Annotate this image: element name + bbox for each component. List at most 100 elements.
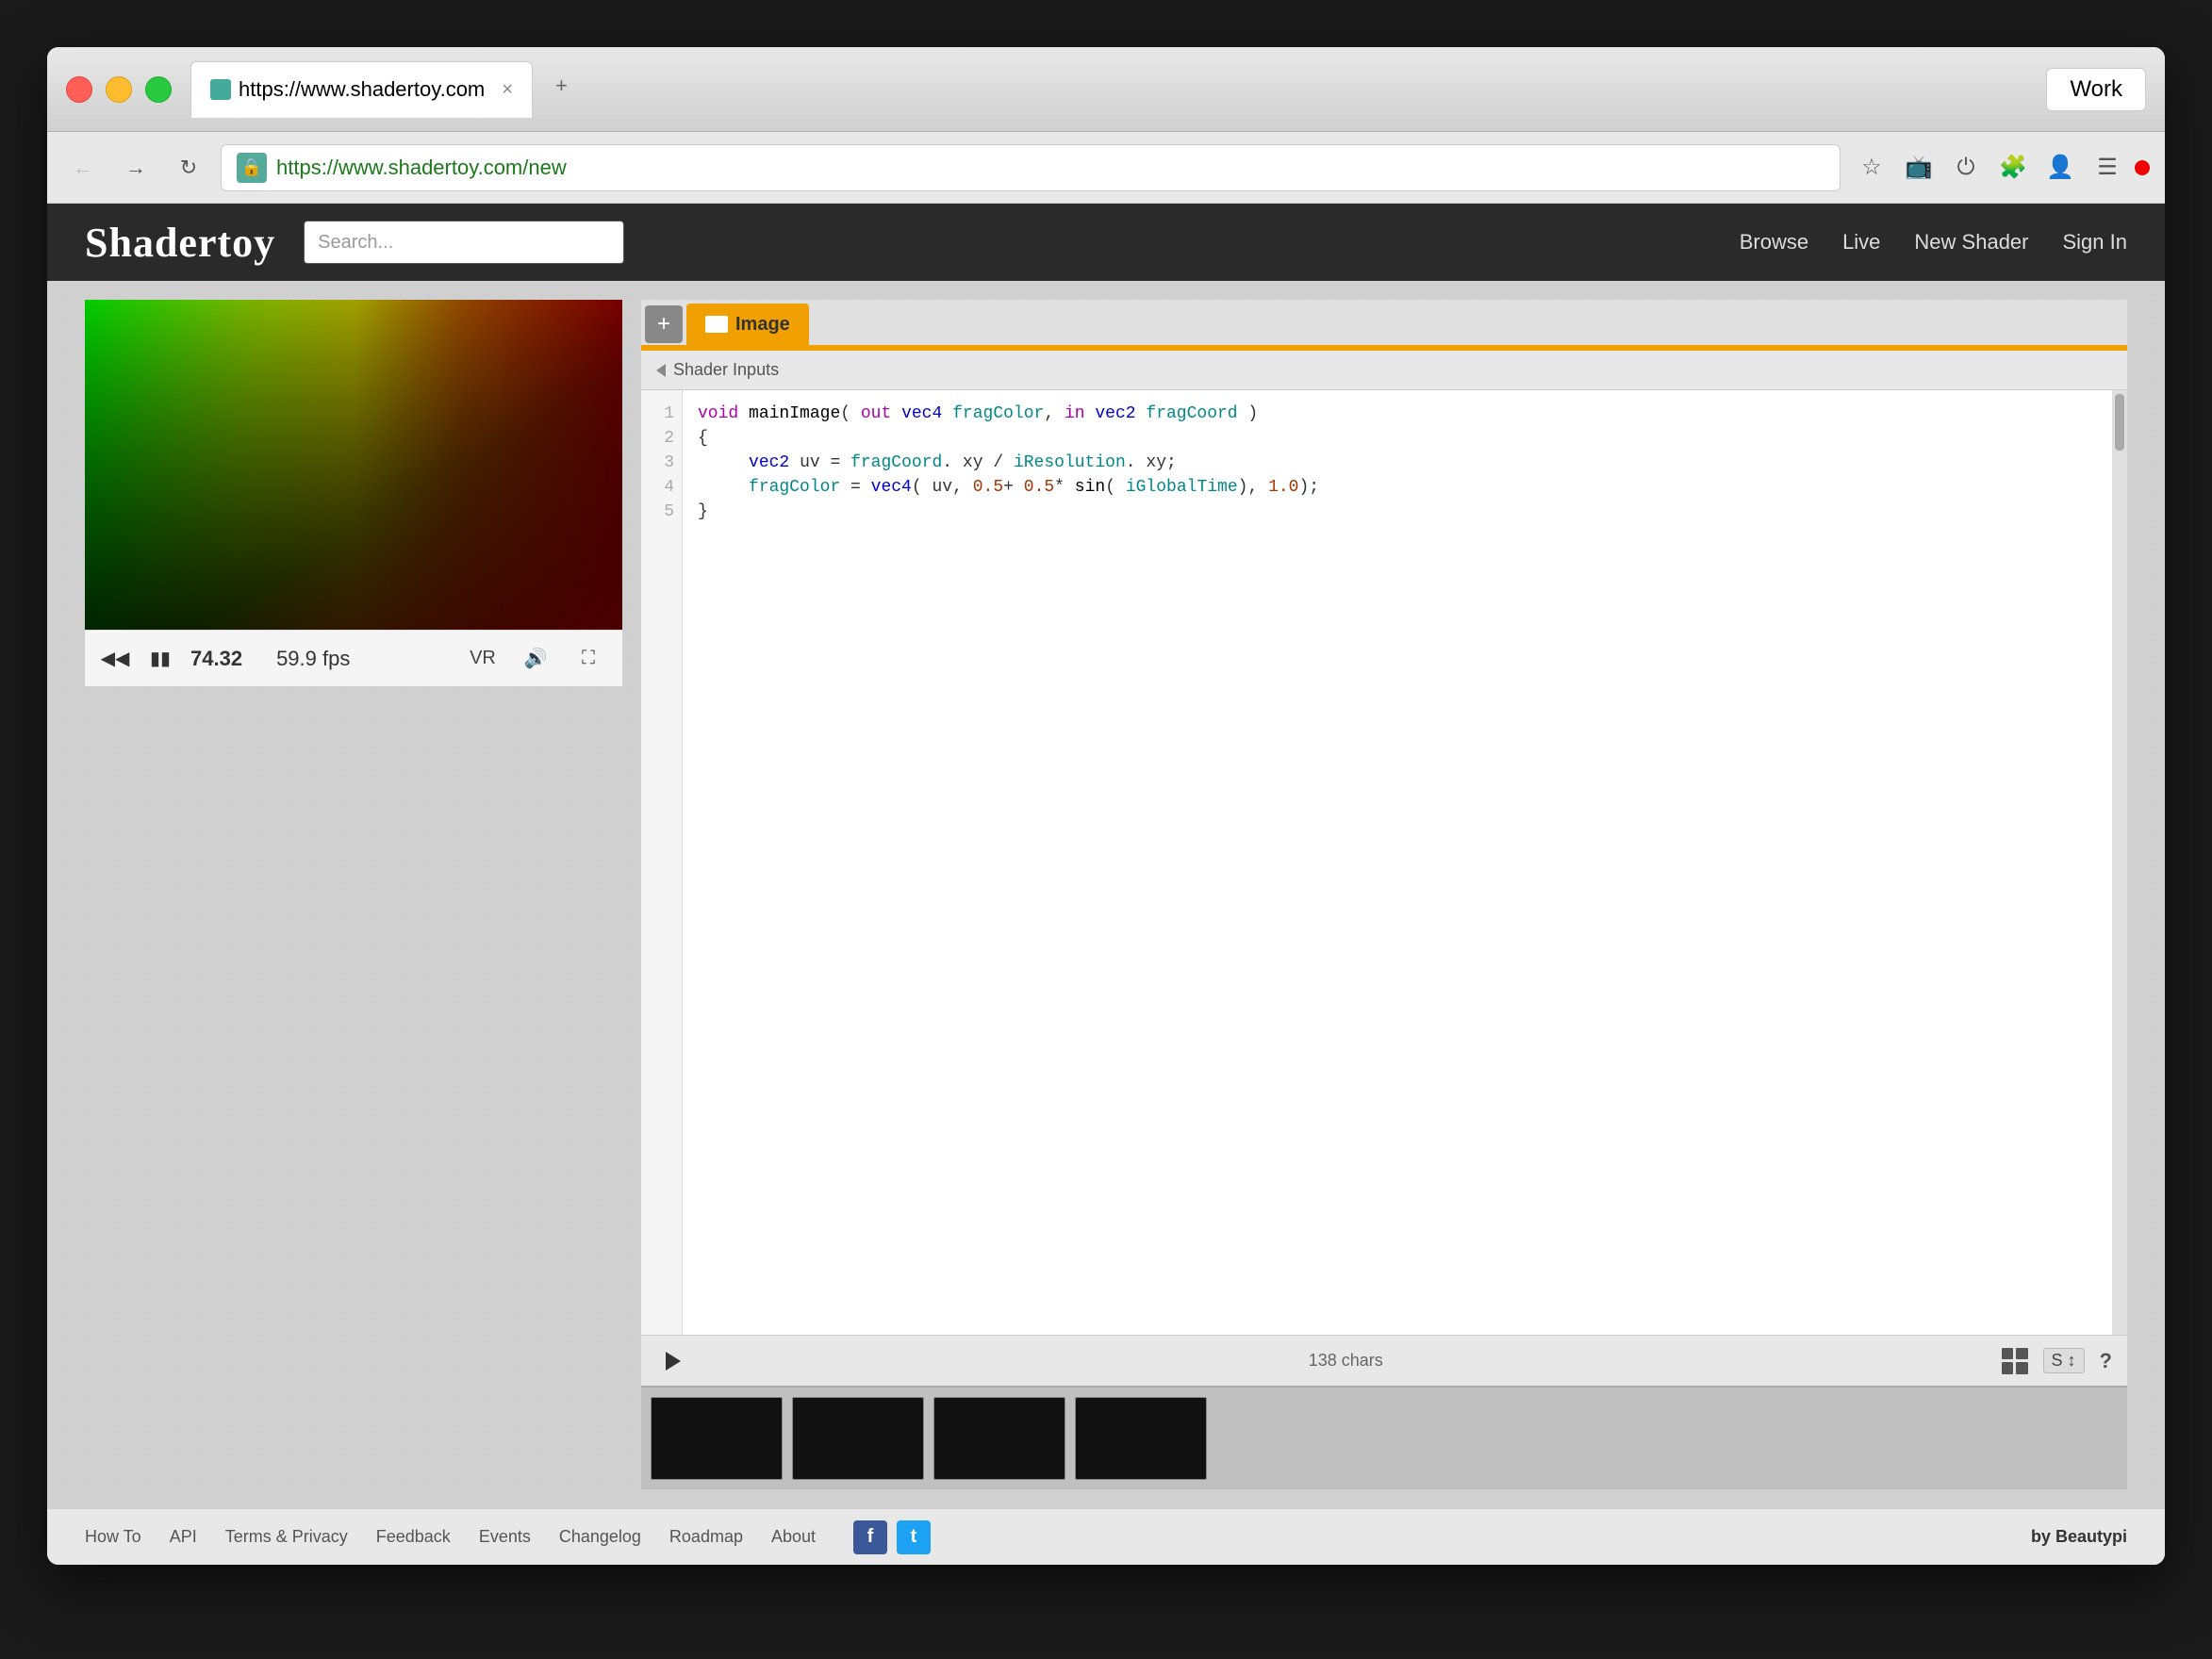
power-icon[interactable]: ⏻ bbox=[1946, 148, 1986, 188]
by-label: by bbox=[2031, 1527, 2051, 1546]
forward-button[interactable]: → bbox=[115, 147, 157, 189]
twitter-button[interactable]: t bbox=[897, 1520, 931, 1554]
shader-inputs-label: Shader Inputs bbox=[673, 360, 779, 380]
footer-roadmap[interactable]: Roadmap bbox=[669, 1527, 743, 1547]
title-bar: https://www.shadertoy.com × + Work bbox=[47, 47, 2165, 132]
footer-about[interactable]: About bbox=[771, 1527, 816, 1547]
toggle-icon[interactable] bbox=[656, 364, 666, 377]
code-line-5: } bbox=[698, 500, 2097, 524]
line-5: 5 bbox=[641, 500, 682, 524]
url-text: https://www.shadertoy.com/new bbox=[276, 156, 567, 180]
close-button[interactable] bbox=[66, 76, 92, 103]
char-count: 138 chars bbox=[705, 1351, 1987, 1371]
nav-new-shader[interactable]: New Shader bbox=[1914, 230, 2028, 255]
restart-button[interactable]: ◀◀ bbox=[100, 644, 130, 674]
vr-icon[interactable]: VR bbox=[464, 645, 502, 673]
main-content: ◀◀ ▮▮ 74.32 59.9 fps VR 🔊 ⛶ + bbox=[47, 281, 2165, 1508]
shader-canvas bbox=[85, 300, 622, 630]
help-button[interactable]: ? bbox=[2100, 1349, 2112, 1373]
nav-sign-in[interactable]: Sign In bbox=[2063, 230, 2128, 255]
line-numbers: 1 2 3 4 5 bbox=[641, 390, 683, 1335]
tab-label: https://www.shadertoy.com bbox=[239, 77, 485, 102]
code-editor[interactable]: 1 2 3 4 5 void mainImage( out vec4 fragC… bbox=[641, 390, 2127, 1335]
pause-button[interactable]: ▮▮ bbox=[145, 644, 175, 674]
image-tab[interactable]: Image bbox=[686, 304, 809, 345]
site-footer: How To API Terms & Privacy Feedback Even… bbox=[47, 1508, 2165, 1565]
footer-terms[interactable]: Terms & Privacy bbox=[225, 1527, 348, 1547]
time-display: 74.32 bbox=[190, 647, 242, 671]
footer-feedback[interactable]: Feedback bbox=[376, 1527, 451, 1547]
run-icon bbox=[666, 1352, 681, 1371]
texture-thumb-2[interactable] bbox=[792, 1397, 924, 1480]
run-button[interactable] bbox=[656, 1344, 690, 1378]
editor-tabs: + Image bbox=[641, 300, 2127, 345]
search-placeholder: Search... bbox=[318, 232, 393, 254]
tab-bar: https://www.shadertoy.com × + Work bbox=[190, 61, 2146, 118]
notification-dot bbox=[2135, 160, 2150, 175]
site-header: Shadertoy Search... Browse Live New Shad… bbox=[47, 204, 2165, 281]
author-name: Beautypi bbox=[2055, 1527, 2127, 1546]
line-4: 4 bbox=[641, 475, 682, 500]
footer-attribution: by Beautypi bbox=[2031, 1527, 2127, 1547]
new-tab-button[interactable]: + bbox=[540, 66, 583, 113]
scrollbar-thumb[interactable] bbox=[2115, 394, 2124, 451]
code-line-3: vec2 uv = fragCoord. xy / iResolution. x… bbox=[698, 451, 2097, 475]
nav-icons: ☆ 📺 ⏻ 🧩 👤 ☰ bbox=[1852, 148, 2150, 188]
menu-icon[interactable]: ☰ bbox=[2088, 148, 2127, 188]
image-tab-icon bbox=[705, 316, 728, 333]
canvas-controls: ◀◀ ▮▮ 74.32 59.9 fps VR 🔊 ⛶ bbox=[85, 630, 622, 686]
code-line-4: fragColor = vec4( uv, 0.5+ 0.5* sin( iGl… bbox=[698, 475, 2097, 500]
expand-button[interactable] bbox=[2002, 1348, 2028, 1374]
cast-icon[interactable]: 📺 bbox=[1899, 148, 1939, 188]
code-content[interactable]: void mainImage( out vec4 fragColor, in v… bbox=[683, 390, 2112, 1335]
facebook-button[interactable]: f bbox=[853, 1520, 887, 1554]
back-button[interactable]: ← bbox=[62, 147, 104, 189]
os-window: https://www.shadertoy.com × + Work ← → ↻… bbox=[47, 47, 2165, 1565]
refresh-button[interactable]: ↻ bbox=[168, 147, 209, 189]
search-box[interactable]: Search... bbox=[304, 221, 624, 264]
texture-bar bbox=[641, 1386, 2127, 1489]
texture-thumb-4[interactable] bbox=[1075, 1397, 1207, 1480]
canvas-panel: ◀◀ ▮▮ 74.32 59.9 fps VR 🔊 ⛶ bbox=[85, 300, 622, 1489]
volume-icon[interactable]: 🔊 bbox=[517, 645, 554, 673]
extensions-icon[interactable]: 🧩 bbox=[1993, 148, 2033, 188]
new-tab-icon: + bbox=[555, 74, 568, 97]
nav-browse[interactable]: Browse bbox=[1740, 230, 1808, 255]
bookmark-icon[interactable]: ☆ bbox=[1852, 148, 1891, 188]
editor-panel: + Image Shader Inputs 1 bbox=[641, 300, 2127, 1489]
editor-footer: 138 chars S ↕ ? bbox=[641, 1335, 2127, 1386]
traffic-lights bbox=[66, 76, 172, 103]
footer-social: f t bbox=[853, 1520, 931, 1554]
nav-live[interactable]: Live bbox=[1842, 230, 1880, 255]
page-content: Shadertoy Search... Browse Live New Shad… bbox=[47, 204, 2165, 1565]
minimize-button[interactable] bbox=[106, 76, 132, 103]
profile-icon[interactable]: 👤 bbox=[2040, 148, 2080, 188]
texture-thumb-3[interactable] bbox=[933, 1397, 1065, 1480]
security-icon: 🔒 bbox=[237, 153, 267, 183]
url-bar[interactable]: 🔒 https://www.shadertoy.com/new bbox=[221, 144, 1841, 191]
site-logo[interactable]: Shadertoy bbox=[85, 219, 275, 267]
line-2: 2 bbox=[641, 426, 682, 451]
footer-howto[interactable]: How To bbox=[85, 1527, 141, 1547]
image-tab-label: Image bbox=[735, 314, 790, 336]
shader-inputs-bar[interactable]: Shader Inputs bbox=[641, 351, 2127, 390]
footer-changelog[interactable]: Changelog bbox=[559, 1527, 641, 1547]
maximize-button[interactable] bbox=[145, 76, 172, 103]
footer-events[interactable]: Events bbox=[479, 1527, 531, 1547]
site-nav: Browse Live New Shader Sign In bbox=[1740, 230, 2127, 255]
code-line-2: { bbox=[698, 426, 2097, 451]
footer-api[interactable]: API bbox=[170, 1527, 197, 1547]
nav-bar: ← → ↻ 🔒 https://www.shadertoy.com/new ☆ … bbox=[47, 132, 2165, 204]
add-channel-button[interactable]: + bbox=[645, 305, 683, 343]
editor-scrollbar[interactable] bbox=[2112, 390, 2127, 1335]
fullscreen-icon[interactable]: ⛶ bbox=[570, 645, 607, 673]
work-button[interactable]: Work bbox=[2046, 68, 2146, 111]
s-selector[interactable]: S ↕ bbox=[2043, 1348, 2085, 1373]
fps-display: 59.9 fps bbox=[276, 647, 350, 671]
line-3: 3 bbox=[641, 451, 682, 475]
active-tab[interactable]: https://www.shadertoy.com × bbox=[190, 61, 533, 118]
texture-thumb-1[interactable] bbox=[651, 1397, 783, 1480]
plus-icon: + bbox=[657, 311, 670, 337]
code-line-1: void mainImage( out vec4 fragColor, in v… bbox=[698, 402, 2097, 426]
tab-close-button[interactable]: × bbox=[502, 79, 513, 101]
